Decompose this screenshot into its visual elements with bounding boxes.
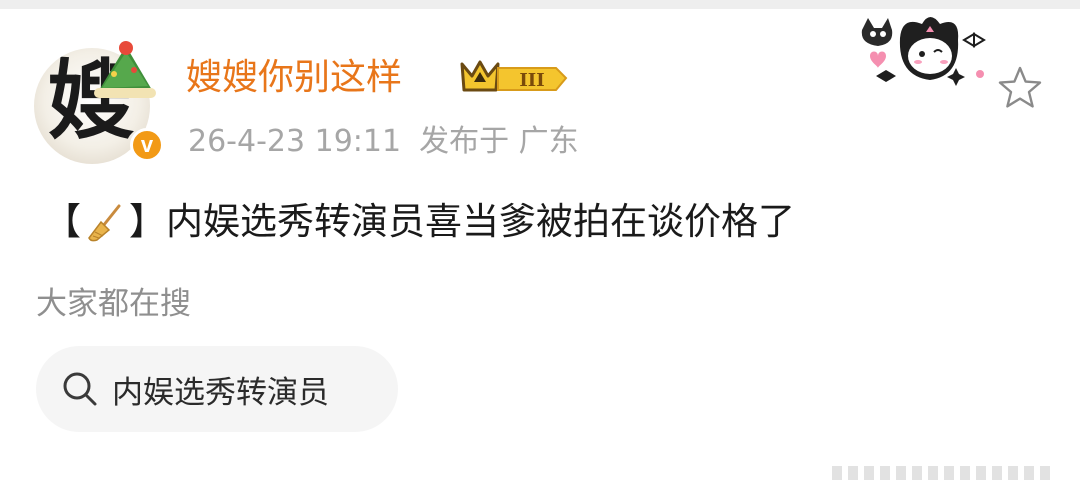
post-text: 【 】 内娱选秀转演员喜当爹被拍在谈价格了	[44, 196, 795, 248]
crown-icon: III	[460, 60, 568, 92]
verified-badge-icon: v	[130, 128, 164, 162]
related-search-label: 大家都在搜	[36, 286, 191, 322]
star-icon[interactable]	[996, 64, 1044, 112]
post-meta: 26-4-23 19:11 发布于 广东	[188, 122, 579, 162]
related-search-text: 内娱选秀转演员	[112, 374, 329, 411]
rank-badge-label: III	[519, 70, 544, 91]
post-body: 内娱选秀转演员喜当爹被拍在谈价格了	[166, 200, 795, 243]
author-name[interactable]: 嫂嫂你别这样	[186, 56, 402, 100]
top-divider	[0, 0, 1080, 9]
location: 发布于 广东	[419, 124, 579, 159]
broom-icon	[88, 204, 121, 242]
bracket-open: 【	[44, 200, 81, 243]
christmas-hat-icon	[94, 41, 156, 98]
avatar[interactable]: 嫂 v	[30, 40, 164, 168]
kuromi-sticker-icon	[861, 17, 986, 86]
search-icon	[63, 372, 97, 406]
timestamp: 26-4-23 19:11	[188, 124, 402, 159]
related-search-chip[interactable]: 内娱选秀转演员	[36, 346, 398, 432]
watermark-blur	[812, 460, 1072, 486]
bracket-close: 】	[129, 200, 166, 243]
